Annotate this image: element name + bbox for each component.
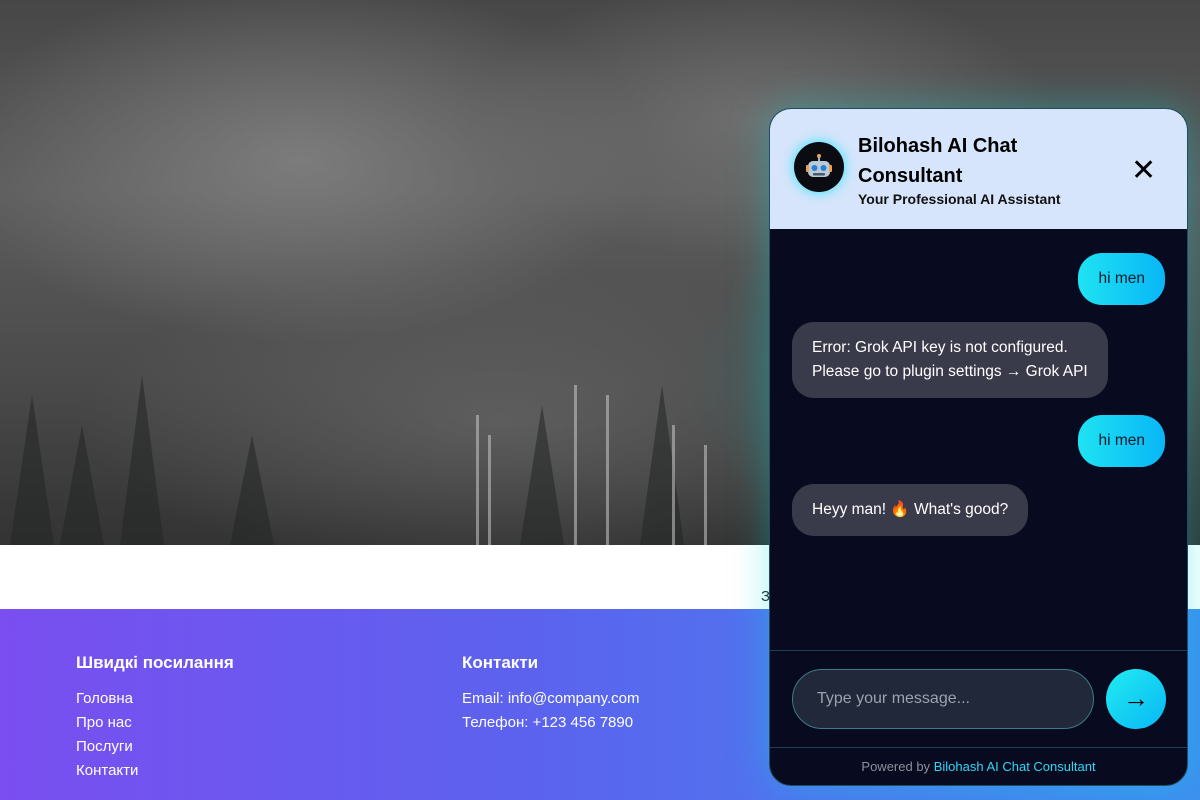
- quick-links-title: Швидкі посилання: [76, 653, 234, 672]
- tree-silhouette: [120, 375, 164, 545]
- tree-trunk: [476, 415, 479, 545]
- tree-trunk: [672, 425, 675, 545]
- message-composer: →: [770, 650, 1187, 747]
- tree-silhouette: [520, 405, 564, 545]
- chat-header: Bilohash AI Chat Consultant Your Profess…: [770, 109, 1187, 229]
- contacts-section: Контакти Email: info@company.com Телефон…: [462, 653, 640, 735]
- message-list: hi men Error: Grok API key is not config…: [770, 229, 1187, 650]
- tree-trunk: [606, 395, 609, 545]
- message-input[interactable]: [792, 669, 1094, 729]
- bot-message: Error: Grok API key is not configured. P…: [792, 322, 1108, 398]
- user-message: hi men: [1078, 415, 1165, 467]
- bot-message-line: Error: Grok API key is not configured.: [812, 339, 1068, 356]
- powered-by-prefix: Powered by: [861, 759, 931, 774]
- footer-link-home[interactable]: Головна: [76, 687, 234, 711]
- chat-title: Bilohash AI Chat Consultant: [858, 135, 1018, 187]
- user-message: hi men: [1078, 253, 1165, 305]
- footer-link-about[interactable]: Про нас: [76, 711, 234, 735]
- contacts-title: Контакти: [462, 653, 539, 672]
- bot-avatar: [794, 142, 844, 192]
- chat-widget: Bilohash AI Chat Consultant Your Profess…: [769, 108, 1188, 786]
- send-button[interactable]: →: [1106, 669, 1166, 729]
- tree-silhouette: [60, 425, 104, 545]
- tree-trunk: [574, 385, 577, 545]
- tree-trunk: [704, 445, 707, 545]
- footer-link-services[interactable]: Послуги: [76, 735, 234, 759]
- chat-subtitle: Your Professional AI Assistant: [858, 191, 1061, 207]
- powered-by: Powered by Bilohash AI Chat Consultant: [770, 747, 1187, 785]
- contact-phone: Телефон: +123 456 7890: [462, 714, 634, 731]
- bot-message: Heyy man! 🔥 What's good?: [792, 484, 1029, 536]
- robot-icon: [806, 154, 832, 177]
- quick-links-section: Швидкі посилання Головна Про нас Послуги…: [76, 653, 234, 783]
- bot-message-line: Please go to plugin settings → Grok API: [812, 363, 1088, 380]
- footer-link-contacts[interactable]: Контакти: [76, 759, 234, 783]
- close-icon[interactable]: ✕: [1131, 156, 1156, 186]
- tree-silhouette: [10, 395, 54, 545]
- contact-email: Email: info@company.com: [462, 690, 640, 707]
- powered-by-link[interactable]: Bilohash AI Chat Consultant: [934, 759, 1096, 774]
- tree-silhouette: [230, 435, 274, 545]
- tree-trunk: [488, 435, 491, 545]
- tree-silhouette: [640, 385, 684, 545]
